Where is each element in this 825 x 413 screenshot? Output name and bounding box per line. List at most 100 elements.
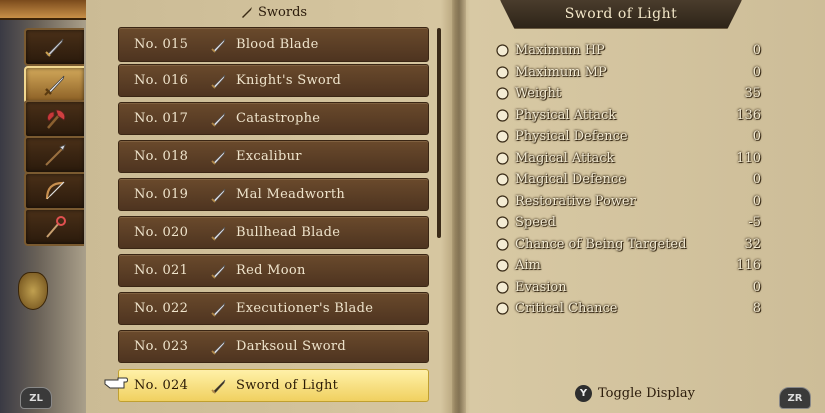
- weapon-list-item[interactable]: No. 022 Executioner's Blade: [118, 292, 429, 325]
- sword-icon: [211, 112, 226, 127]
- aim-icon: [496, 259, 509, 272]
- weapon-list-item[interactable]: No. 020 Bullhead Blade: [118, 216, 429, 249]
- item-number: No. 016: [134, 73, 189, 88]
- item-name: Darksoul Sword: [236, 339, 347, 354]
- toggle-display-button[interactable]: Y Toggle Display: [575, 383, 695, 403]
- tab-bare-sword[interactable]: [24, 28, 84, 66]
- spear-icon: [45, 144, 66, 166]
- category-header: Swords: [240, 3, 307, 21]
- zr-button[interactable]: ZR: [779, 387, 811, 409]
- stat-row: Magical Attack 110: [495, 148, 765, 169]
- bow-icon: [45, 181, 65, 200]
- item-name: Excalibur: [236, 149, 302, 164]
- restore-icon: [496, 194, 509, 208]
- stat-label: Maximum MP: [515, 64, 607, 80]
- axe-icon: [47, 109, 66, 129]
- stat-row: Critical Chance 8: [495, 298, 765, 319]
- stat-value: 32: [744, 236, 761, 252]
- sword-icon: [211, 379, 226, 394]
- stat-label: Physical Attack: [515, 107, 617, 123]
- item-name: Sword of Light: [236, 378, 339, 393]
- stat-row: Physical Attack 136: [495, 105, 765, 126]
- weapon-list-item[interactable]: No. 016 Knight's Sword: [118, 64, 429, 97]
- sword-icon: [211, 74, 226, 89]
- list-scrollbar[interactable]: [437, 28, 441, 238]
- item-number: No. 019: [134, 187, 189, 202]
- stat-label: Restorative Power: [515, 193, 636, 209]
- stat-label: Critical Chance: [515, 301, 618, 316]
- weapon-list-item[interactable]: No. 019 Mal Meadworth: [118, 178, 429, 211]
- tab-bows[interactable]: [24, 172, 84, 210]
- stat-row: Chance of Being Targeted 32: [495, 234, 765, 255]
- item-number: No. 015: [134, 37, 189, 52]
- decorative-shield-icon: [18, 272, 48, 310]
- sword-icon: [211, 264, 226, 279]
- weapon-list-item[interactable]: No. 023 Darksoul Sword: [118, 330, 429, 363]
- toggle-display-label: Toggle Display: [598, 385, 695, 401]
- item-number: No. 024: [134, 378, 189, 393]
- item-name: Red Moon: [236, 263, 306, 278]
- stat-label: Physical Defence: [515, 129, 628, 144]
- stat-value: 110: [736, 150, 761, 166]
- stat-label: Aim: [515, 258, 541, 273]
- sword-icon: [211, 340, 226, 355]
- sword-icon: [211, 226, 226, 241]
- weight-icon: [496, 87, 509, 100]
- stat-row: Maximum HP 0: [495, 40, 765, 61]
- stat-label: Magical Defence: [515, 172, 626, 187]
- category-label: Swords: [258, 4, 308, 20]
- stat-value: 35: [744, 86, 761, 101]
- tab-swords[interactable]: [24, 66, 84, 104]
- item-name: Knight's Sword: [236, 73, 342, 88]
- speed-icon: [496, 216, 509, 229]
- feather-icon: [496, 280, 509, 294]
- item-name: Catastrophe: [236, 111, 321, 126]
- item-name: Mal Meadworth: [236, 187, 346, 202]
- stat-label: Maximum HP: [515, 43, 605, 58]
- sword-icon: [211, 150, 226, 165]
- item-number: No. 021: [134, 263, 189, 278]
- item-number: No. 020: [134, 225, 189, 240]
- stat-label: Chance of Being Targeted: [515, 236, 687, 252]
- sword-icon: [44, 75, 65, 96]
- sword-icon: [211, 38, 226, 53]
- stat-row: Evasion 0: [495, 277, 765, 298]
- stat-row: Restorative Power 0: [495, 191, 765, 212]
- critical-icon: [496, 302, 509, 315]
- tab-spears[interactable]: [24, 136, 84, 174]
- eye-icon: [496, 237, 509, 251]
- sparkle-icon: [496, 65, 509, 79]
- stat-value: 136: [736, 107, 761, 123]
- sword-icon: [242, 7, 252, 18]
- wand-icon: [496, 151, 509, 165]
- stat-value: -5: [748, 215, 761, 230]
- stat-row: Speed -5: [495, 212, 765, 233]
- tab-staves[interactable]: [24, 208, 84, 246]
- stat-value: 0: [752, 43, 761, 58]
- stat-value: 116: [736, 258, 761, 273]
- stat-value: 0: [752, 279, 761, 295]
- zl-button[interactable]: ZL: [20, 387, 52, 409]
- y-button-icon: Y: [575, 384, 592, 402]
- stat-label: Weight: [515, 86, 562, 101]
- stat-value: 0: [752, 64, 761, 80]
- stat-row: Weight 35: [495, 83, 765, 104]
- stat-value: 0: [752, 172, 761, 187]
- weapon-list-item[interactable]: No. 021 Red Moon: [118, 254, 429, 287]
- magic-shield-icon: [496, 173, 509, 186]
- item-number: No. 017: [134, 111, 189, 126]
- zl-label: ZL: [29, 392, 43, 404]
- weapon-list-item[interactable]: No. 024 Sword of Light: [118, 369, 429, 402]
- stat-row: Magical Defence 0: [495, 169, 765, 190]
- weapon-list-item[interactable]: No. 018 Excalibur: [118, 140, 429, 173]
- tab-axes[interactable]: [24, 100, 84, 138]
- item-name: Blood Blade: [236, 37, 319, 52]
- zr-label: ZR: [787, 392, 803, 404]
- weapon-list-item[interactable]: No. 017 Catastrophe: [118, 102, 429, 135]
- weapon-list-item[interactable]: No. 015 Blood Blade: [118, 27, 429, 62]
- stat-row: Maximum MP 0: [495, 62, 765, 83]
- item-name: Bullhead Blade: [236, 225, 341, 240]
- bare-sword-icon: [45, 38, 64, 57]
- physical-attack-icon: [496, 108, 509, 122]
- heart-icon: [496, 44, 509, 57]
